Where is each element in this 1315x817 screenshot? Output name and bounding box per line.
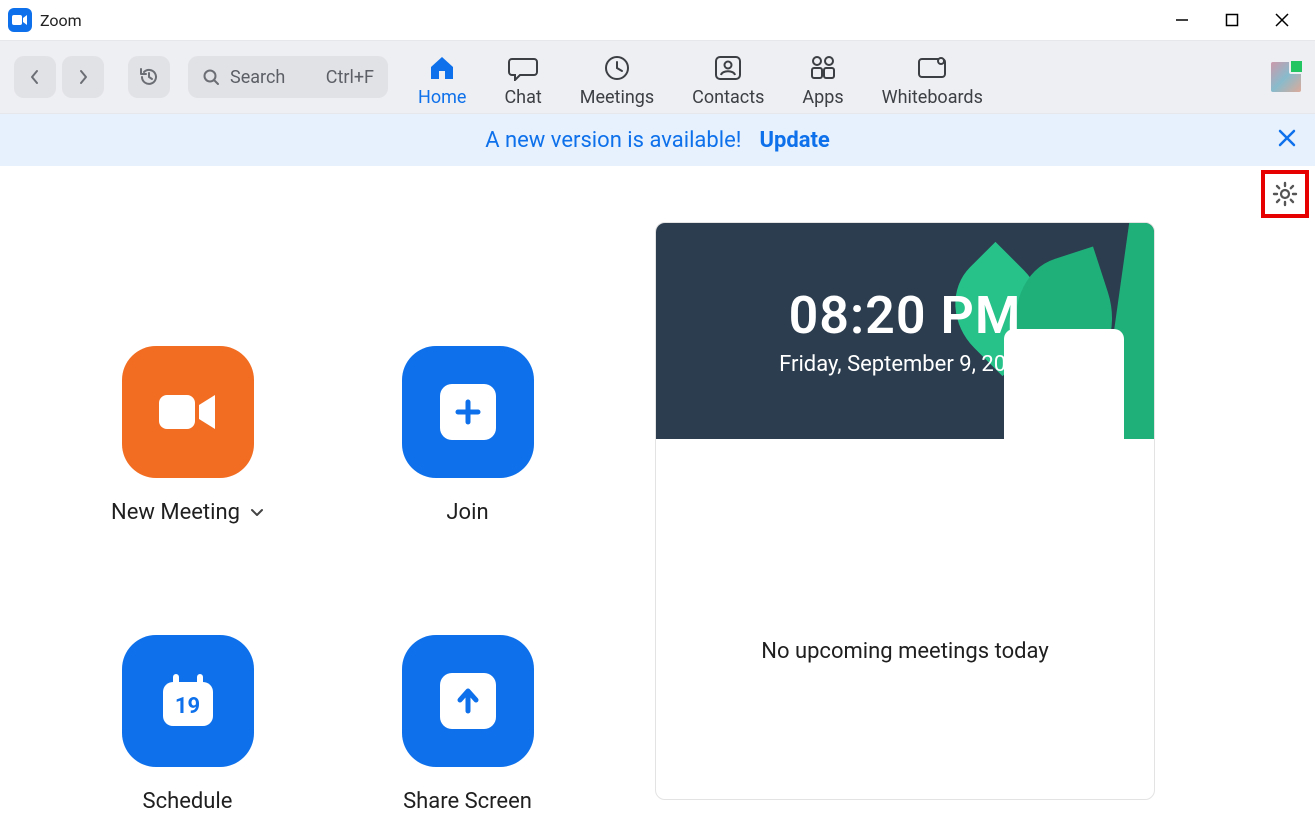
clock-icon xyxy=(603,53,631,83)
action-grid: New Meeting Join 19 Schedule xyxy=(0,166,655,817)
history-button[interactable] xyxy=(128,56,170,98)
settings-button[interactable] xyxy=(1272,181,1298,207)
main-toolbar: Search Ctrl+F Home Chat Meetings Contact… xyxy=(0,40,1315,114)
profile-avatar[interactable] xyxy=(1271,62,1301,92)
right-panel: 08:20 PM Friday, September 9, 2022 No up… xyxy=(655,166,1315,817)
current-time: 08:20 PM xyxy=(789,285,1022,346)
schedule-action: 19 Schedule xyxy=(103,635,273,814)
arrow-up-icon xyxy=(440,673,496,729)
tab-apps[interactable]: Apps xyxy=(802,47,843,108)
settings-highlight xyxy=(1261,170,1309,218)
minimize-button[interactable] xyxy=(1157,0,1207,40)
search-icon xyxy=(202,68,220,86)
tab-whiteboards[interactable]: Whiteboards xyxy=(882,47,983,108)
chevron-down-icon xyxy=(250,508,264,518)
new-meeting-button[interactable] xyxy=(122,346,254,478)
new-meeting-action: New Meeting xyxy=(103,346,273,525)
home-content: New Meeting Join 19 Schedule xyxy=(0,166,1315,817)
upcoming-panel: No upcoming meetings today xyxy=(656,439,1154,799)
nav-forward-button[interactable] xyxy=(62,56,104,98)
banner-close-button[interactable] xyxy=(1277,128,1297,148)
close-window-button[interactable] xyxy=(1257,0,1307,40)
home-icon xyxy=(428,53,456,83)
chat-icon xyxy=(508,53,538,83)
window-controls xyxy=(1157,0,1307,40)
nav-back-button[interactable] xyxy=(14,56,56,98)
zoom-app-icon xyxy=(8,8,32,32)
schedule-button[interactable]: 19 xyxy=(122,635,254,767)
whiteboard-icon xyxy=(916,53,948,83)
share-screen-action: Share Screen xyxy=(383,635,553,814)
tab-meetings[interactable]: Meetings xyxy=(580,47,654,108)
clock-panel: 08:20 PM Friday, September 9, 2022 xyxy=(656,223,1154,439)
plus-icon xyxy=(440,384,496,440)
nav-tabs: Home Chat Meetings Contacts Apps Whitebo… xyxy=(418,47,983,108)
share-screen-button[interactable] xyxy=(402,635,534,767)
window-title: Zoom xyxy=(40,11,82,30)
tab-contacts[interactable]: Contacts xyxy=(692,47,764,108)
search-shortcut: Ctrl+F xyxy=(326,67,374,88)
share-screen-label: Share Screen xyxy=(403,789,532,814)
banner-update-link[interactable]: Update xyxy=(759,128,829,153)
current-date: Friday, September 9, 2022 xyxy=(779,352,1031,377)
no-meetings-text: No upcoming meetings today xyxy=(761,639,1048,664)
banner-message: A new version is available! xyxy=(485,128,741,153)
plant-pot-decor xyxy=(1004,329,1124,439)
join-action: Join xyxy=(383,346,553,525)
search-input[interactable]: Search Ctrl+F xyxy=(188,56,388,98)
maximize-button[interactable] xyxy=(1207,0,1257,40)
gear-icon xyxy=(1272,181,1298,207)
tab-home[interactable]: Home xyxy=(418,47,466,108)
title-bar: Zoom xyxy=(0,0,1315,40)
join-label: Join xyxy=(446,500,488,525)
schedule-label: Schedule xyxy=(143,789,233,814)
video-icon xyxy=(153,387,223,437)
contacts-icon xyxy=(713,53,743,83)
clock-card: 08:20 PM Friday, September 9, 2022 No up… xyxy=(655,222,1155,800)
tab-chat[interactable]: Chat xyxy=(504,47,541,108)
apps-icon xyxy=(808,53,838,83)
update-banner: A new version is available! Update xyxy=(0,114,1315,166)
new-meeting-label[interactable]: New Meeting xyxy=(111,500,264,525)
calendar-day: 19 xyxy=(155,694,221,719)
search-placeholder: Search xyxy=(230,67,285,88)
join-button[interactable] xyxy=(402,346,534,478)
